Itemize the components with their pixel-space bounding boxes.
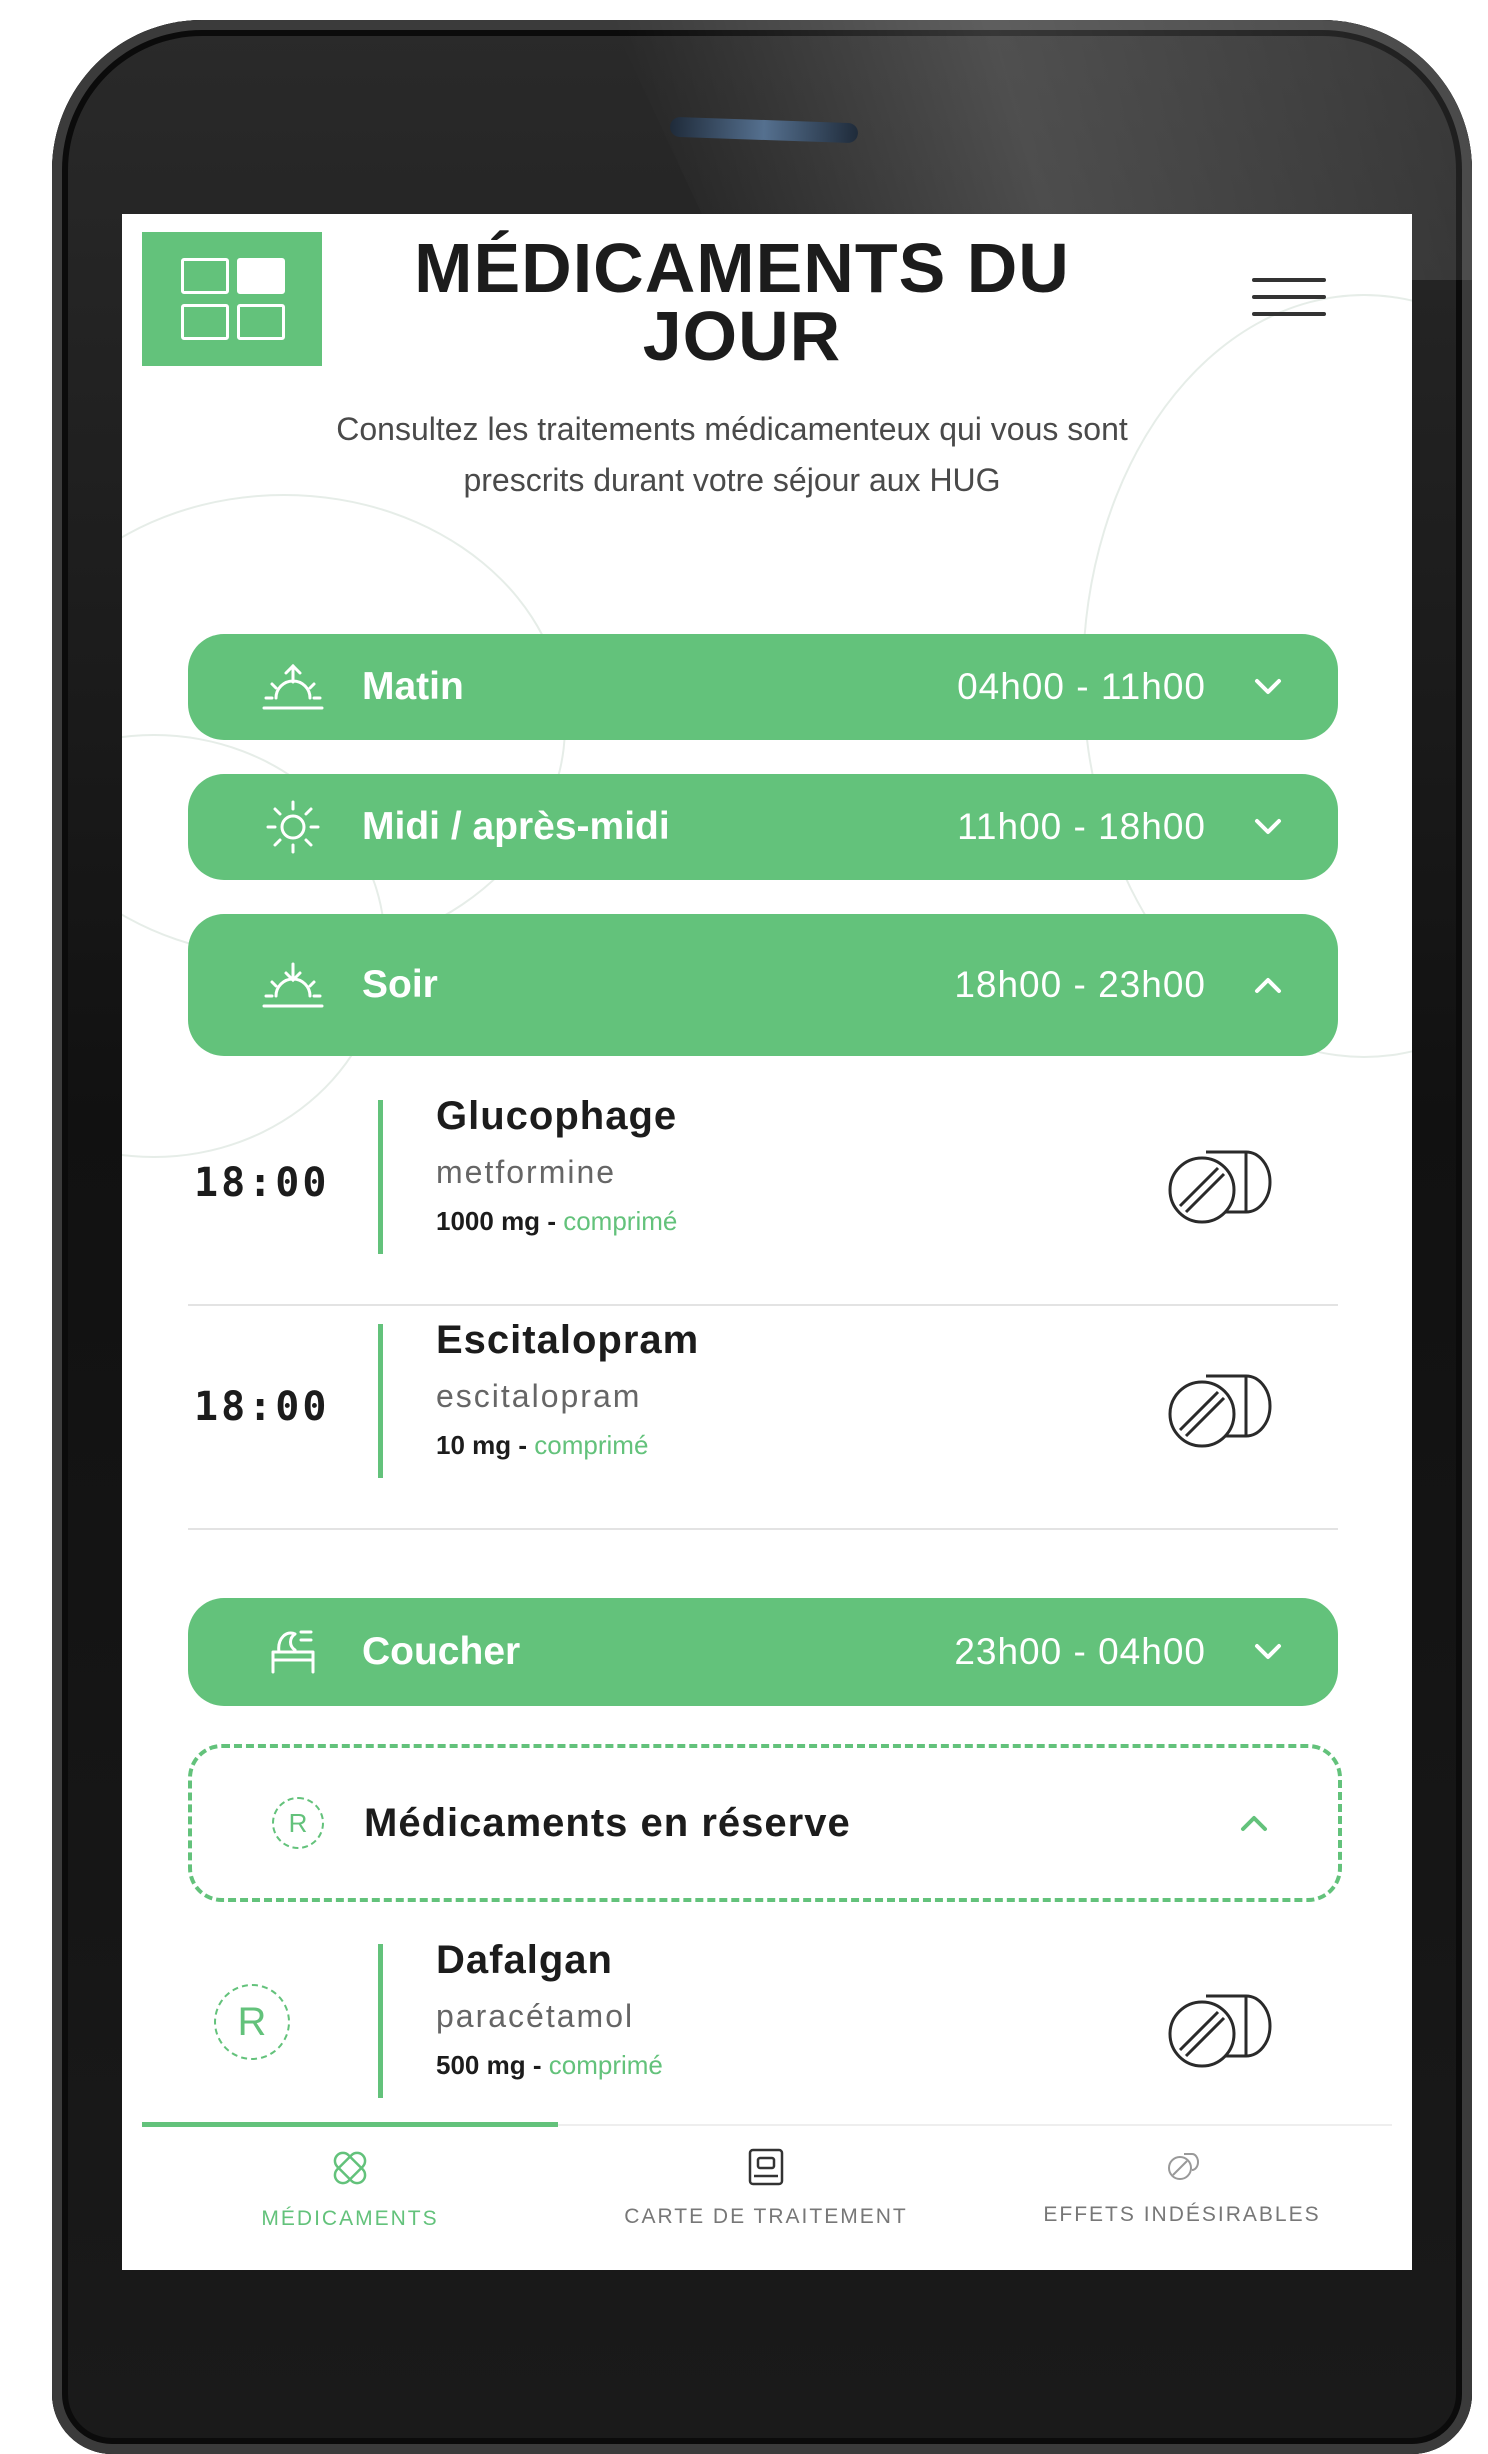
chevron-up-icon: [1224, 1814, 1284, 1832]
med-time: 18:00: [194, 1160, 330, 1206]
chevron-down-icon: [1238, 1643, 1298, 1661]
reserve-badge-icon: R: [272, 1797, 324, 1849]
reserve-section-header[interactable]: R Médicaments en réserve: [188, 1744, 1342, 1902]
med-form: comprimé: [534, 1430, 649, 1460]
grid-icon: [181, 258, 285, 340]
tab-medicaments[interactable]: MÉDICAMENTS: [142, 2146, 558, 2231]
bottom-tab-bar: MÉDICAMENTS CARTE DE TRAITEMENT EFFETS I…: [142, 2122, 1392, 2270]
period-name: Coucher: [362, 1630, 521, 1673]
page-title: MÉDICAMENTS DU JOUR: [414, 229, 1070, 375]
pill-icon: [1158, 1978, 1278, 2083]
period-name: Soir: [362, 963, 438, 1006]
period-matin[interactable]: Matin 04h00 - 11h00: [188, 634, 1338, 740]
period-time: 11h00 - 18h00: [957, 806, 1206, 847]
period-time: 04h00 - 11h00: [957, 666, 1206, 707]
med-generic-name: paracétamol: [436, 1998, 635, 2034]
med-divider: [378, 1100, 383, 1254]
reserve-medication-item[interactable]: R Dafalgan paracétamol 500 mg - comprimé: [188, 1924, 1338, 2148]
period-name: Midi / après-midi: [362, 805, 670, 848]
reserve-title: Médicaments en réserve: [364, 1800, 851, 1845]
med-dose: 1000 mg - comprimé: [436, 1206, 677, 1237]
sunrise-icon: [248, 662, 338, 712]
card-icon: [748, 2148, 784, 2186]
active-tab-indicator: [142, 2122, 558, 2127]
med-brand-name: Dafalgan: [436, 1938, 613, 1982]
med-dose: 500 mg - comprimé: [436, 2050, 663, 2081]
chevron-up-icon: [1238, 976, 1298, 994]
chevron-down-icon: [1238, 818, 1298, 836]
tab-label: CARTE DE TRAITEMENT: [624, 2205, 908, 2228]
med-divider: [378, 1324, 383, 1478]
med-form: comprimé: [548, 2050, 663, 2080]
bed-icon: [248, 1624, 338, 1680]
chevron-down-icon: [1238, 678, 1298, 696]
side-effects-icon: [1168, 2153, 1199, 2180]
pill-icon: [1158, 1358, 1278, 1463]
med-brand-name: Escitalopram: [436, 1318, 700, 1362]
dose-separator: -: [518, 1430, 528, 1460]
period-midi[interactable]: Midi / après-midi 11h00 - 18h00: [188, 774, 1338, 880]
med-time: 18:00: [194, 1384, 330, 1430]
app-screen: MÉDICAMENTS DU JOUR Consultez les traite…: [122, 214, 1412, 2270]
pill-icon: [1158, 1134, 1278, 1239]
sun-icon: [248, 799, 338, 855]
hamburger-menu-icon[interactable]: [1252, 278, 1326, 329]
tab-carte-de-traitement[interactable]: CARTE DE TRAITEMENT: [558, 2146, 974, 2229]
reserve-badge-icon: R: [214, 1984, 290, 2060]
med-form: comprimé: [563, 1206, 678, 1236]
period-coucher[interactable]: Coucher 23h00 - 04h00: [188, 1598, 1338, 1706]
period-soir[interactable]: Soir 18h00 - 23h00: [188, 914, 1338, 1056]
dashboard-grid-button[interactable]: [142, 232, 322, 366]
page-subtitle: Consultez les traitements médicamenteux …: [336, 411, 1128, 498]
med-generic-name: metformine: [436, 1154, 617, 1190]
sunset-icon: [248, 960, 338, 1010]
period-time: 18h00 - 23h00: [954, 964, 1206, 1005]
medication-item[interactable]: 18:00 Glucophage metformine 1000 mg - co…: [188, 1080, 1338, 1306]
pills-icon: [333, 2151, 367, 2185]
tab-label: MÉDICAMENTS: [261, 2207, 439, 2230]
period-time: 23h00 - 04h00: [954, 1631, 1206, 1672]
med-dose-amount: 500 mg: [436, 2050, 526, 2080]
med-brand-name: Glucophage: [436, 1094, 678, 1138]
med-divider: [378, 1944, 383, 2098]
dose-separator: -: [547, 1206, 556, 1236]
med-dose-amount: 1000 mg: [436, 1206, 541, 1236]
med-dose: 10 mg - comprimé: [436, 1430, 648, 1461]
tab-effets-indesirables[interactable]: EFFETS INDÉSIRABLES: [974, 2146, 1390, 2227]
dose-separator: -: [532, 2050, 542, 2080]
period-name: Matin: [362, 665, 464, 708]
med-dose-amount: 10 mg: [436, 1430, 512, 1460]
med-generic-name: escitalopram: [436, 1378, 642, 1414]
medication-item[interactable]: 18:00 Escitalopram escitalopram 10 mg - …: [188, 1304, 1338, 1530]
tab-label: EFFETS INDÉSIRABLES: [1043, 2203, 1321, 2226]
